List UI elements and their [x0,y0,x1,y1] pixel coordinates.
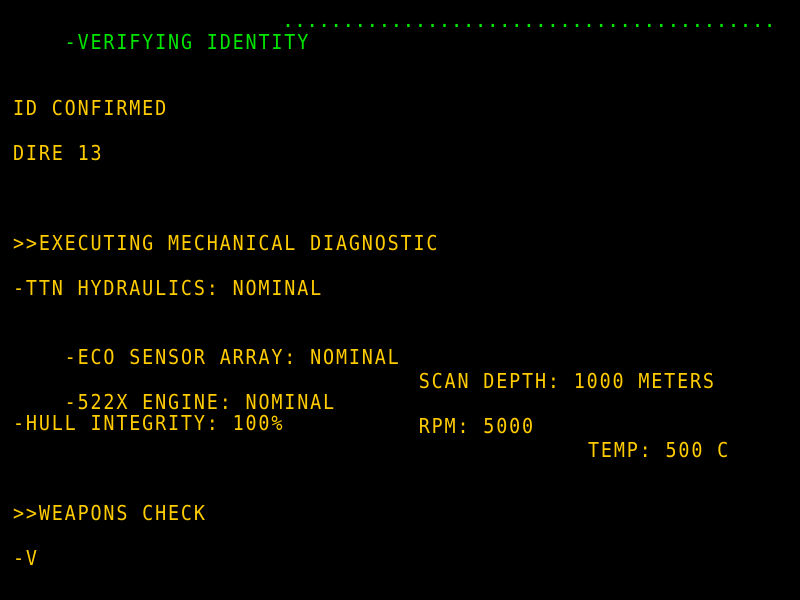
hull-integrity-line: -HULL INTEGRITY: 100% [13,411,285,435]
verifying-identity-title: -VERIFYING IDENTITY [64,30,311,54]
id-confirmed-line: ID CONFIRMED [13,96,169,120]
identity-name-line: DIRE 13 [13,141,104,165]
hydraulics-status-line: -TTN HYDRAULICS: NOMINAL [13,276,324,300]
sensor-array-line: -ECO SENSOR ARRAY: NOMINAL SCAN DEPTH: 1… [13,321,737,393]
verifying-identity-line: -VERIFYING IDENTITY [13,6,310,54]
verifying-progress-dots: ........................................… [282,8,780,32]
terminal-screen: -VERIFYING IDENTITY ....................… [0,0,800,600]
engine-line: -522X ENGINE: NOMINAL RPM: 5000 TEMP: 50… [13,366,737,462]
weapons-check-heading: >>WEAPONS CHECK [13,501,207,525]
weapons-partial-line: -V [13,546,39,570]
diagnostic-heading: >>EXECUTING MECHANICAL DIAGNOSTIC [13,231,440,255]
temp-readout: TEMP: 500 C [588,438,731,462]
rpm-readout: RPM: 5000 [418,414,535,438]
